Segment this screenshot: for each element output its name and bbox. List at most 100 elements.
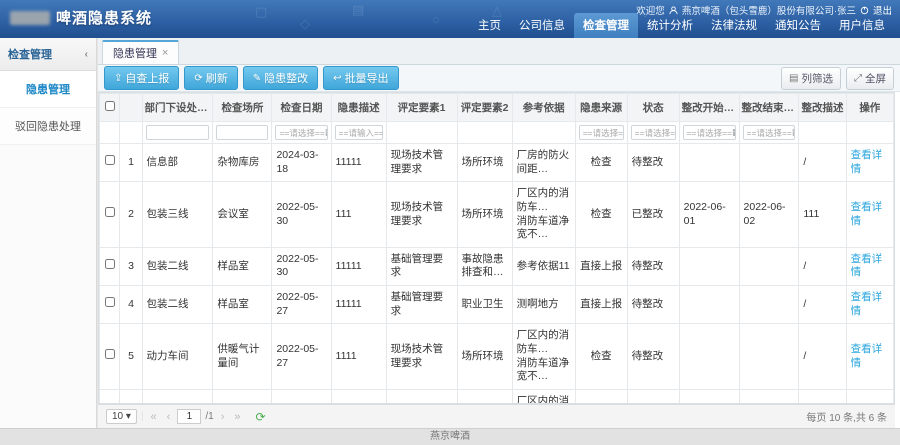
watermark-icon: ▤ xyxy=(352,2,364,18)
cell-action: 查看详情 xyxy=(846,182,893,248)
watermark-icon: ○ xyxy=(432,12,440,27)
row-checkbox[interactable] xyxy=(105,155,115,165)
nav-item-统计分析[interactable]: 统计分析 xyxy=(638,13,702,38)
row-checkbox[interactable] xyxy=(105,297,115,307)
cell-factor1: 现场技术管理要求 xyxy=(386,389,457,404)
列筛选-button[interactable]: ▤列筛选 xyxy=(781,67,841,90)
row-checkbox[interactable] xyxy=(105,259,115,269)
tab-close-icon[interactable]: × xyxy=(162,47,168,59)
button-label: 列筛选 xyxy=(802,71,834,86)
button-label: 刷新 xyxy=(206,70,228,86)
app-window: ▢ ◇ ▤ ○ △ ▢ ◇ 啤酒隐患系统 欢迎您 燕京啤酒（包头雪鹿）股份有限公… xyxy=(0,0,900,445)
filter-cell: ==请选择==▦ xyxy=(272,122,331,144)
nav-item-用户信息[interactable]: 用户信息 xyxy=(830,13,894,38)
cell-department: 包装四线 xyxy=(142,389,213,404)
filter-input-input[interactable] xyxy=(146,125,210,140)
nav-item-法律法规[interactable]: 法律法规 xyxy=(702,13,766,38)
row-checkbox[interactable] xyxy=(105,349,115,359)
sidebar-group-header[interactable]: 检查管理 ‹ xyxy=(0,38,96,71)
nav-item-检查管理[interactable]: 检查管理 xyxy=(574,13,638,38)
cell-end-date xyxy=(739,144,799,182)
filter-select-input[interactable]: ==请选择==▾ xyxy=(579,125,624,140)
隐患整改-button[interactable]: ✎隐患整改 xyxy=(243,66,318,90)
cell-end-date xyxy=(739,286,799,324)
column-header-部门下设处/车间: 部门下设处/车间 xyxy=(142,94,213,122)
刷新-button[interactable]: ⟳ 刷新 xyxy=(184,66,237,90)
cell-factor2: 场所环境 xyxy=(457,144,512,182)
page-number-input[interactable]: 1 xyxy=(177,409,201,424)
app-title: 啤酒隐患系统 xyxy=(56,7,152,28)
prev-page-button[interactable]: ‹ xyxy=(164,411,174,423)
sidebar-item-驳回隐患处理[interactable]: 驳回隐患处理 xyxy=(0,108,96,145)
export-icon: ↩ xyxy=(333,73,341,84)
nav-item-通知公告[interactable]: 通知公告 xyxy=(766,13,830,38)
cell-source: 自查 xyxy=(575,389,627,404)
cell-action: 查看详情 xyxy=(846,247,893,285)
cell-place: 供暖气计量间 xyxy=(213,324,272,390)
cell-source: 直接上报 xyxy=(575,247,627,285)
button-label: 批量导出 xyxy=(345,70,389,86)
footer-text: 燕京啤酒 xyxy=(430,431,470,442)
全屏-button[interactable]: ⤢全屏 xyxy=(846,67,894,90)
批量导出-button[interactable]: ↩ 批量导出 xyxy=(323,66,398,90)
table-row: 6包装四线浓糖配电房2022-05-021111现场技术管理要求场所环境厂区内的… xyxy=(100,389,894,404)
rectify-icon: ✎ xyxy=(253,73,261,84)
watermark-icon: ◇ xyxy=(300,16,310,32)
calendar-icon: ▦ xyxy=(325,127,328,138)
view-detail-link[interactable]: 查看详情 xyxy=(851,343,883,369)
tab-hidden-danger[interactable]: 隐患管理 × xyxy=(102,40,179,64)
filter-input-input[interactable]: ==请输入== xyxy=(335,125,383,140)
sidebar-item-隐患管理[interactable]: 隐患管理 xyxy=(0,71,96,108)
filter-date-input[interactable]: ==请选择==▦ xyxy=(743,125,796,140)
view-detail-link[interactable]: 查看详情 xyxy=(851,291,883,317)
view-detail-link[interactable]: 查看详情 xyxy=(851,149,883,175)
cell-department: 信息部 xyxy=(142,144,213,182)
filter-input-input[interactable] xyxy=(216,125,268,140)
nav-item-公司信息[interactable]: 公司信息 xyxy=(510,13,574,38)
cell-place: 杂物库房 xyxy=(213,144,272,182)
filter-cell xyxy=(386,122,457,144)
filter-select-input[interactable]: ==请选择==▾ xyxy=(631,125,676,140)
filter-placeholder: ==请选择== xyxy=(747,127,792,139)
first-page-button[interactable]: « xyxy=(148,411,160,423)
table-row: 4包装二线样品室2022-05-2711111基础管理要求职业卫生测啊地方直接上… xyxy=(100,286,894,324)
cell-danger-desc: 1111 xyxy=(331,324,386,390)
page-size-select[interactable]: 10 ▾ xyxy=(106,409,137,424)
自查上报-button[interactable]: ⇪自查上报 xyxy=(104,66,179,90)
toolbar: ⇪自查上报 ⟳ 刷新 ✎隐患整改 ↩ 批量导出 ▤列筛选⤢全屏 xyxy=(98,65,900,92)
cell-fix-desc: / xyxy=(799,286,846,324)
chevron-down-icon: ▾ xyxy=(126,411,131,422)
cell-reference: 参考依据11 xyxy=(512,247,575,285)
cell-end-date xyxy=(739,247,799,285)
row-number-header xyxy=(120,94,142,122)
column-header-状态: 状态 xyxy=(627,94,679,122)
row-select-cell xyxy=(100,182,120,248)
cell-factor2: 职业卫生 xyxy=(457,286,512,324)
filter-date-input[interactable]: ==请选择==▦ xyxy=(275,125,327,140)
filter-date-input[interactable]: ==请选择==▦ xyxy=(683,125,736,140)
row-select-cell xyxy=(100,389,120,404)
cell-action: 查看详情 xyxy=(846,286,893,324)
row-checkbox[interactable] xyxy=(105,207,115,217)
filter-cell xyxy=(846,122,893,144)
filter-placeholder: ==请选择== xyxy=(279,127,324,139)
row-select-cell xyxy=(100,324,120,390)
column-header-评定要素1: 评定要素1 xyxy=(386,94,457,122)
next-page-button[interactable]: › xyxy=(218,411,228,423)
cell-status: 待整改 xyxy=(627,144,679,182)
cell-factor2: 场所环境 xyxy=(457,389,512,404)
cell-danger-desc: 1111 xyxy=(331,389,386,404)
cell-source: 直接上报 xyxy=(575,286,627,324)
view-detail-link[interactable]: 查看详情 xyxy=(851,201,883,227)
cell-factor2: 场所环境 xyxy=(457,324,512,390)
view-detail-link[interactable]: 查看详情 xyxy=(851,253,883,279)
collapse-arrow-icon[interactable]: ‹ xyxy=(85,49,88,60)
select-all-checkbox[interactable] xyxy=(105,101,115,111)
cell-danger-desc: 11111 xyxy=(331,144,386,182)
refresh-icon: ⟳ xyxy=(194,73,202,84)
refresh-grid-icon[interactable]: ⟳ xyxy=(255,410,265,424)
calendar-icon: ▦ xyxy=(792,127,796,138)
last-page-button[interactable]: » xyxy=(231,411,243,423)
nav-item-主页[interactable]: 主页 xyxy=(469,13,510,38)
filter-cell: ==请输入== xyxy=(331,122,386,144)
